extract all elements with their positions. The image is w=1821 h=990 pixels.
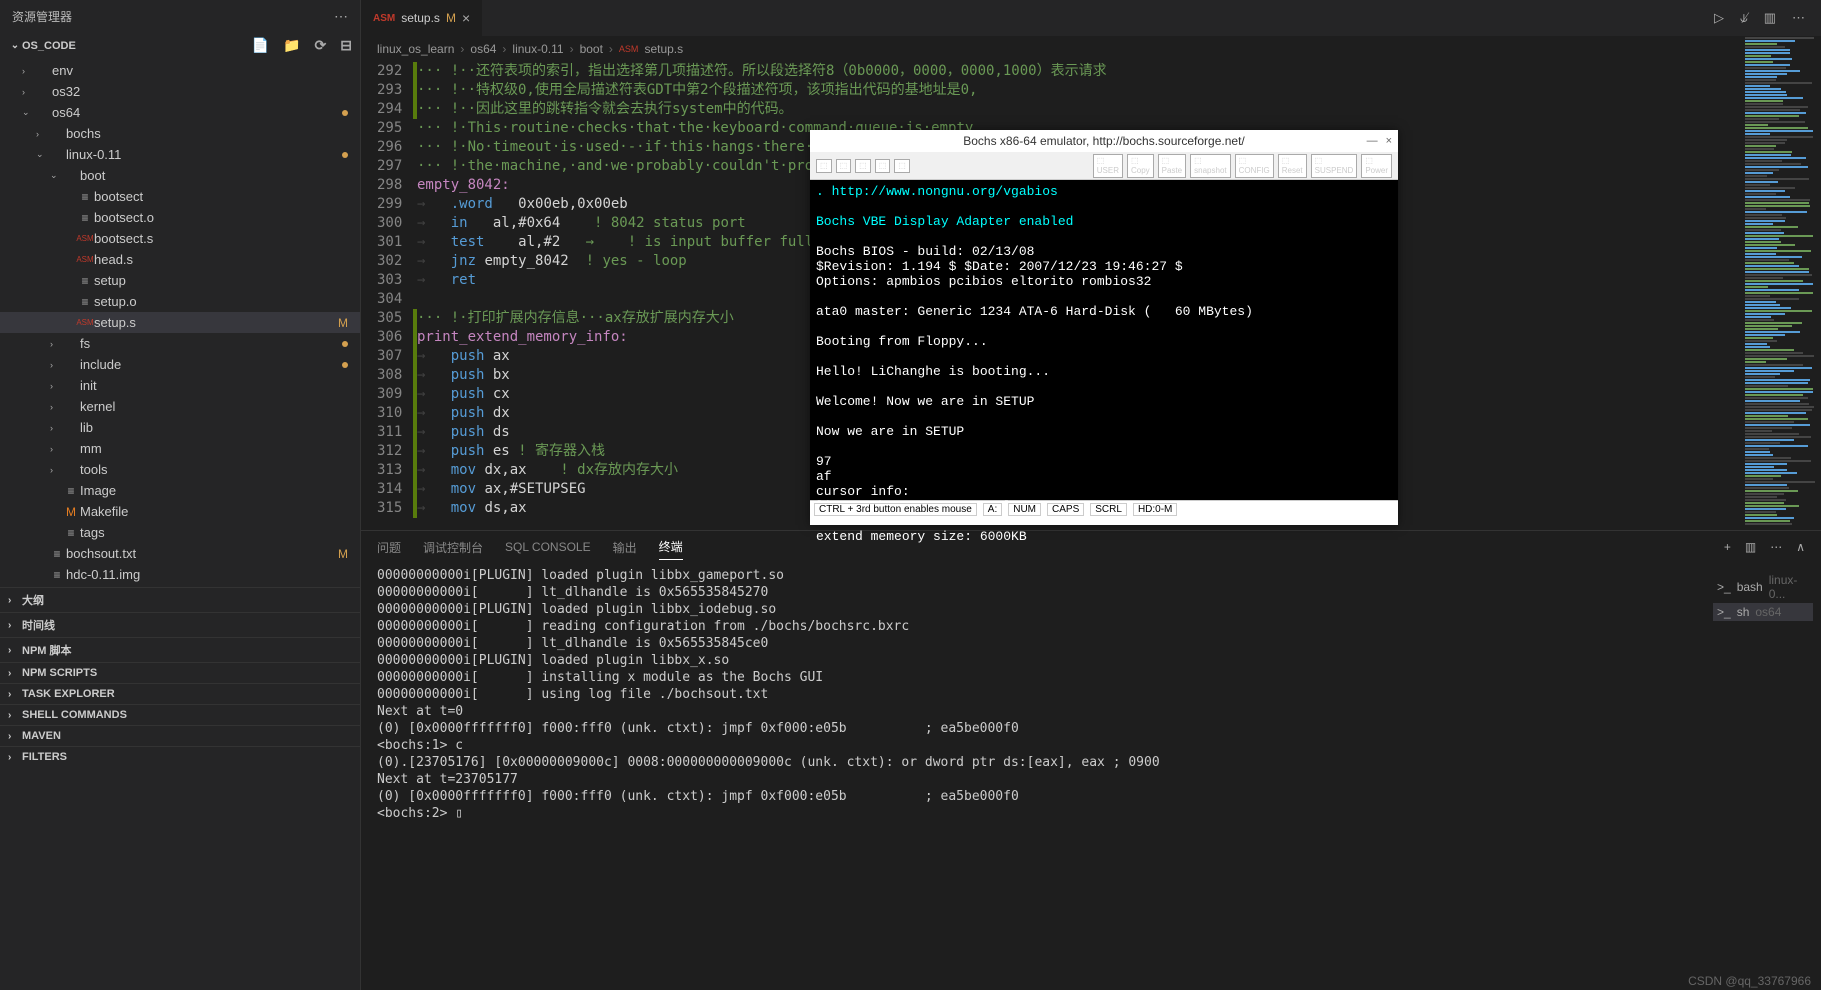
section-时间线[interactable]: ›时间线: [0, 612, 360, 637]
minimap[interactable]: [1741, 36, 1821, 526]
breadcrumb-boot[interactable]: boot: [580, 42, 603, 56]
run-icon[interactable]: ▷: [1714, 10, 1724, 26]
bochs-btn-CONFIG[interactable]: ⬚CONFIG: [1235, 154, 1274, 178]
terminal-list: >_bashlinux-0...>_shos64: [1713, 571, 1813, 621]
bochs-btn-SUSPEND[interactable]: ⬚SUSPEND: [1311, 154, 1358, 178]
close-icon[interactable]: ×: [1386, 135, 1392, 147]
bochs-title: Bochs x86-64 emulator, http://bochs.sour…: [963, 134, 1245, 148]
tree-item-os64[interactable]: ⌄os64: [0, 102, 360, 123]
panel-tab-终端[interactable]: 终端: [659, 534, 683, 560]
tree-item-linux-0.11[interactable]: ⌄linux-0.11: [0, 144, 360, 165]
bochs-status-CAPS: CAPS: [1047, 503, 1084, 516]
bochs-btn-snapshot[interactable]: ⬚snapshot: [1190, 154, 1230, 178]
panel-tab-输出[interactable]: 输出: [613, 535, 637, 560]
maximize-icon[interactable]: ∧: [1796, 540, 1805, 554]
new-terminal-icon[interactable]: +: [1724, 540, 1731, 554]
panel-tab-调试控制台[interactable]: 调试控制台: [423, 535, 483, 560]
watermark: CSDN @qq_33767966: [1688, 974, 1811, 988]
tree-item-setup.s[interactable]: ASMsetup.sM: [0, 312, 360, 333]
tree-item-head.s[interactable]: ASMhead.s: [0, 249, 360, 270]
tree-item-fs[interactable]: ›fs: [0, 333, 360, 354]
tree-item-tags[interactable]: ≡tags: [0, 522, 360, 543]
collapse-icon[interactable]: ⊟: [340, 37, 352, 54]
section-NPM 脚本[interactable]: ›NPM 脚本: [0, 637, 360, 662]
bochs-status-A:: A:: [983, 503, 1002, 516]
more-icon[interactable]: ⋯: [1770, 540, 1782, 554]
section-TASK EXPLORER[interactable]: ›TASK EXPLORER: [0, 683, 360, 704]
tree-item-mm[interactable]: ›mm: [0, 438, 360, 459]
more-icon[interactable]: ⋯: [334, 8, 348, 25]
bochs-btn-Reset[interactable]: ⬚Reset: [1278, 154, 1307, 178]
tree-item-boot[interactable]: ⌄boot: [0, 165, 360, 186]
term-tab-bash[interactable]: >_bashlinux-0...: [1713, 571, 1813, 603]
tree-item-hdc-0.11.img[interactable]: ≡hdc-0.11.img: [0, 564, 360, 585]
tree-item-bochsout.txt[interactable]: ≡bochsout.txtM: [0, 543, 360, 564]
section-NPM SCRIPTS[interactable]: ›NPM SCRIPTS: [0, 662, 360, 683]
tree-item-bootsect[interactable]: ≡bootsect: [0, 186, 360, 207]
more-icon[interactable]: ⋯: [1792, 10, 1805, 26]
tree-item-Image[interactable]: ≡Image: [0, 480, 360, 501]
breadcrumb-os64[interactable]: os64: [470, 42, 496, 56]
tree-item-os32[interactable]: ›os32: [0, 81, 360, 102]
bochs-statusbar: CTRL + 3rd button enables mouse A: NUM CAPS…: [810, 500, 1398, 518]
tree-item-setup[interactable]: ≡setup: [0, 270, 360, 291]
tree-item-tools[interactable]: ›tools: [0, 459, 360, 480]
bochs-btn-Copy[interactable]: ⬚Copy: [1127, 154, 1154, 178]
bochs-status-NUM: NUM: [1008, 503, 1041, 516]
new-file-icon[interactable]: 📄: [252, 37, 269, 54]
breadcrumb-linux_os_learn[interactable]: linux_os_learn: [377, 42, 454, 56]
breadcrumb-setup.s[interactable]: setup.s: [644, 42, 683, 56]
tab-label: setup.s: [401, 11, 440, 25]
section-FILTERS[interactable]: ›FILTERS: [0, 746, 360, 767]
bochs-status-HD:0-M: HD:0-M: [1133, 503, 1177, 516]
bochs-emulator-window[interactable]: Bochs x86-64 emulator, http://bochs.sour…: [810, 130, 1398, 525]
split-icon[interactable]: ⫝̸: [1740, 10, 1748, 26]
tree-item-kernel[interactable]: ›kernel: [0, 396, 360, 417]
bochs-toolbar: ⬚⬚⬚⬚⬚⬚USER⬚Copy⬚Paste⬚snapshot⬚CONFIG⬚Re…: [810, 152, 1398, 180]
section-SHELL COMMANDS[interactable]: ›SHELL COMMANDS: [0, 704, 360, 725]
split-terminal-icon[interactable]: ▥: [1745, 540, 1756, 554]
sidebar: 资源管理器 ⋯ ⌄ OS_CODE 📄 📁 ⟳ ⊟ ›env›os32⌄os64…: [0, 0, 361, 990]
tree-item-Makefile[interactable]: MMakefile: [0, 501, 360, 522]
bochs-btn-USER[interactable]: ⬚USER: [1093, 154, 1123, 178]
term-tab-sh[interactable]: >_shos64: [1713, 603, 1813, 621]
breadcrumb[interactable]: linux_os_learn›os64›linux-0.11›boot› ASM…: [361, 36, 1821, 62]
tree-item-include[interactable]: ›include: [0, 354, 360, 375]
panel-tab-问题[interactable]: 问题: [377, 535, 401, 560]
bottom-panel: 问题调试控制台 SQL CONSOLE 输出终端 + ▥ ⋯ ∧ 000000000…: [361, 530, 1821, 990]
tree-item-bochs[interactable]: ›bochs: [0, 123, 360, 144]
bochs-screen: . http://www.nongnu.org/vgabios Bochs VB…: [810, 180, 1398, 500]
asm-icon: ASM: [373, 13, 395, 24]
section-MAVEN[interactable]: ›MAVEN: [0, 725, 360, 746]
tree-item-lib[interactable]: ›lib: [0, 417, 360, 438]
tree-item-bootsect.s[interactable]: ASMbootsect.s: [0, 228, 360, 249]
root-label: OS_CODE: [22, 40, 76, 52]
terminal[interactable]: 00000000000i[PLUGIN] loaded plugin libbx…: [361, 563, 1371, 826]
workspace-root[interactable]: ⌄ OS_CODE 📄 📁 ⟳ ⊟: [0, 33, 360, 58]
explorer-title: 资源管理器: [12, 8, 72, 25]
layout-icon[interactable]: ▥: [1764, 10, 1776, 26]
panel-tab-SQL CONSOLE[interactable]: SQL CONSOLE: [505, 536, 591, 558]
section-大纲[interactable]: ›大纲: [0, 587, 360, 612]
refresh-icon[interactable]: ⟳: [315, 37, 327, 54]
tree-item-init[interactable]: ›init: [0, 375, 360, 396]
bochs-status-SCRL: SCRL: [1090, 503, 1127, 516]
tree-item-env[interactable]: ›env: [0, 60, 360, 81]
modified-indicator: M: [446, 11, 456, 25]
tree-item-bootsect.o[interactable]: ≡bootsect.o: [0, 207, 360, 228]
tree-item-setup.o[interactable]: ≡setup.o: [0, 291, 360, 312]
bochs-status-CTRL + 3rd button enables mouse: CTRL + 3rd button enables mouse: [814, 503, 977, 516]
new-folder-icon[interactable]: 📁: [283, 37, 300, 54]
bochs-btn-Power[interactable]: ⬚Power: [1361, 154, 1392, 178]
minimize-icon[interactable]: —: [1367, 135, 1378, 147]
editor-tabs: ASM setup.s M × ▷ ⫝̸ ▥ ⋯: [361, 0, 1821, 36]
close-icon[interactable]: ×: [462, 10, 470, 26]
breadcrumb-linux-0.11[interactable]: linux-0.11: [512, 42, 563, 56]
tab-setup[interactable]: ASM setup.s M ×: [361, 0, 482, 36]
bochs-btn-Paste[interactable]: ⬚Paste: [1158, 154, 1186, 178]
